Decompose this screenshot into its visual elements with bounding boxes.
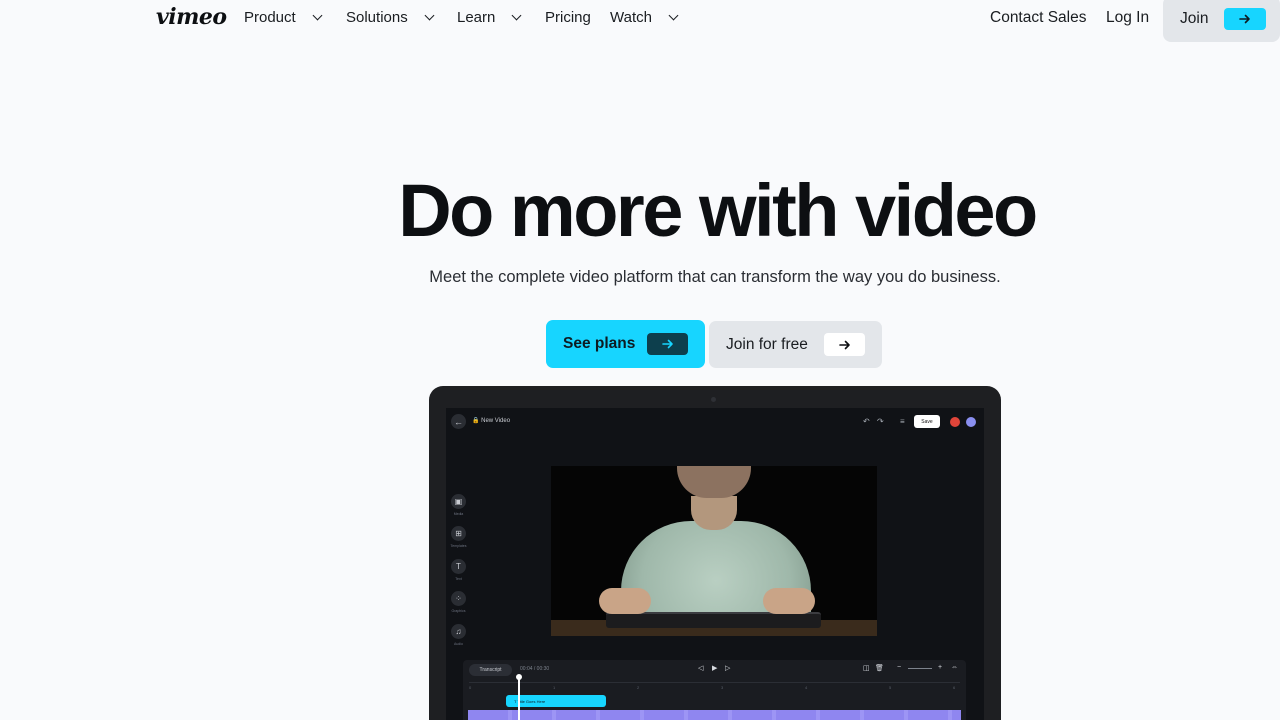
laptop-mockup: ← 🔒 New Video ↶ ↷ ≡ Save ▣ Media ⊞ Templ… (429, 386, 1001, 720)
skip-forward-icon: ▷ (725, 665, 731, 672)
avatar (966, 417, 976, 427)
hero-title: Do more with video (398, 169, 1038, 252)
timeline-tick: 3 (721, 685, 724, 690)
chevron-down-icon (424, 10, 435, 21)
left-hand (599, 588, 651, 614)
person-head (677, 466, 751, 498)
layout-icon: ⊞ (451, 526, 466, 541)
fit-icon: ⇔ (951, 664, 958, 671)
nav-solutions-label: Solutions (346, 9, 408, 26)
playhead (516, 674, 522, 720)
right-hand (763, 588, 815, 614)
chevron-down-icon (668, 10, 679, 21)
tool-label-media: Media (453, 512, 464, 516)
arrow-right-icon (1224, 8, 1266, 30)
nav-learn[interactable]: Learn (457, 9, 522, 26)
timeline-ruler: 0 1 2 3 4 5 6 (469, 682, 960, 690)
arrow-right-icon (824, 333, 865, 356)
timeline-tick: 6 (953, 685, 956, 690)
video-editor-screen: ← 🔒 New Video ↶ ↷ ≡ Save ▣ Media ⊞ Templ… (446, 408, 984, 720)
trash-icon: 🗑 (875, 665, 884, 672)
zoom-out-icon: − (897, 664, 902, 671)
arrow-right-icon (647, 333, 688, 355)
contact-sales-link[interactable]: Contact Sales (990, 9, 1087, 27)
tool-label-text: Text (455, 577, 462, 581)
hero-subtitle: Meet the complete video platform that ca… (429, 268, 1001, 286)
tool-label-graphics: Graphics (451, 609, 466, 613)
vimeo-logo[interactable]: vimeo (156, 4, 227, 30)
top-navigation: vimeo Product Solutions Learn Pricing Wa… (0, 0, 1280, 42)
video-track (468, 710, 961, 720)
nav-product-label: Product (244, 9, 296, 26)
see-plans-label: See plans (563, 335, 636, 352)
nav-watch[interactable]: Watch (610, 9, 679, 26)
join-for-free-button[interactable]: Join for free (709, 321, 882, 368)
back-arrow-icon: ← (451, 414, 466, 429)
undo-icon: ↶ (863, 417, 870, 426)
log-in-link[interactable]: Log In (1106, 9, 1149, 27)
tool-label-templates: Templates (450, 544, 467, 548)
title-clip: T Title Goes Here (506, 695, 606, 707)
join-for-free-label: Join for free (726, 335, 808, 353)
captions-icon: ≡ (900, 417, 905, 426)
zoom-in-icon: + (938, 664, 943, 671)
timecode: 00:04 / 00:30 (520, 666, 550, 672)
record-icon (950, 417, 960, 427)
zoom-slider (908, 668, 932, 669)
person-neck (691, 496, 737, 530)
transcript-button: Transcript (469, 664, 512, 676)
keyboard (606, 612, 821, 628)
image-icon: ▣ (451, 494, 466, 509)
video-preview (551, 466, 877, 636)
nav-watch-label: Watch (610, 9, 652, 26)
nav-pricing[interactable]: Pricing (545, 9, 591, 26)
timeline-tick: 1 (553, 685, 556, 690)
timeline-tick: 0 (469, 685, 472, 690)
skip-back-icon: ◁ (698, 665, 704, 672)
nav-product[interactable]: Product (244, 9, 323, 26)
join-button[interactable]: Join (1163, 0, 1280, 42)
timeline-tick: 4 (805, 685, 808, 690)
redo-icon: ↷ (877, 417, 884, 426)
nav-learn-label: Learn (457, 9, 496, 26)
timeline-tick: 5 (889, 685, 892, 690)
tool-label-audio: Audio (454, 642, 463, 646)
text-icon: T (451, 559, 466, 574)
split-icon: ◫ (863, 665, 870, 672)
chevron-down-icon (312, 10, 323, 21)
music-icon: ♫ (451, 624, 466, 639)
chevron-down-icon (511, 10, 522, 21)
timeline-panel: Transcript 00:04 / 00:30 ◁ ▶ ▷ ◫ 🗑 − + ⇔… (463, 660, 966, 720)
join-button-label: Join (1180, 10, 1209, 27)
webcam (711, 397, 716, 402)
timeline-tick: 2 (637, 685, 640, 690)
nav-pricing-label: Pricing (545, 9, 591, 26)
play-icon: ▶ (712, 665, 718, 672)
project-title: 🔒 New Video (472, 418, 511, 424)
nav-solutions[interactable]: Solutions (346, 9, 435, 26)
see-plans-button[interactable]: See plans (546, 320, 705, 368)
save-button: Save (914, 415, 940, 428)
graphics-icon: ⁘ (451, 591, 466, 606)
